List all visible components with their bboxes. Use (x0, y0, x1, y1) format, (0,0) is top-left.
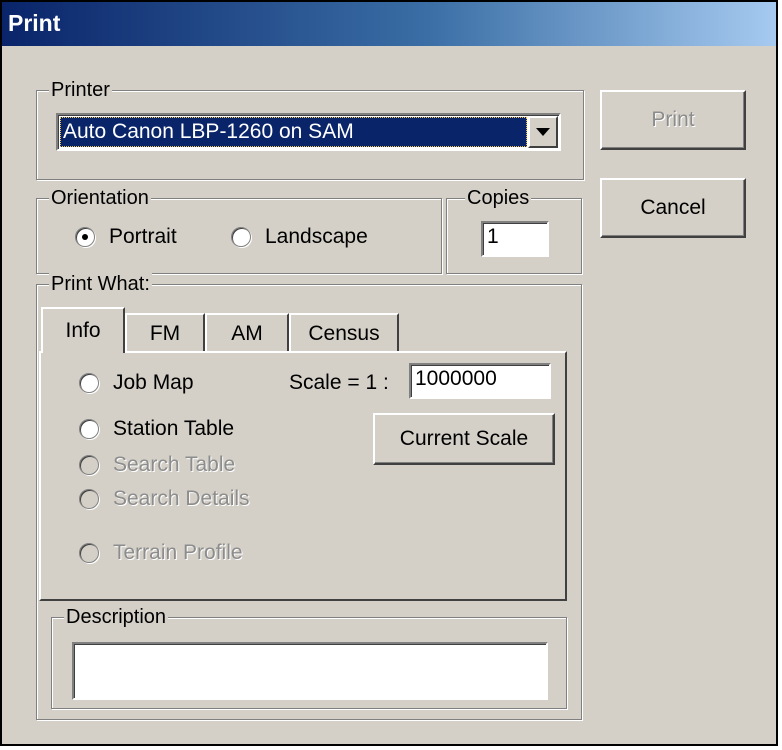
job-map-label[interactable]: Job Map (113, 371, 194, 395)
tab-fm-label: FM (149, 322, 181, 345)
cancel-button[interactable]: Cancel (600, 178, 746, 238)
dropdown-button[interactable] (528, 116, 558, 148)
tab-panel-info: Job Map Station Table Search Table Searc… (39, 351, 567, 601)
tab-info[interactable]: Info (41, 307, 125, 353)
terrain-profile-label: Terrain Profile (113, 541, 243, 564)
printer-group: Printer Auto Canon LBP-1260 on SAM (36, 78, 584, 180)
printer-select[interactable]: Auto Canon LBP-1260 on SAM (56, 113, 561, 151)
window-title: Print (8, 10, 61, 36)
scale-label: Scale = 1 : (289, 371, 389, 394)
tab-am[interactable]: AM (205, 313, 289, 353)
landscape-radio[interactable] (231, 227, 251, 247)
tab-fm[interactable]: FM (125, 313, 205, 353)
printer-legend: Printer (49, 78, 112, 102)
tab-info-label: Info (65, 319, 101, 342)
printer-selected-text: Auto Canon LBP-1260 on SAM (63, 120, 354, 143)
search-table-radio (79, 455, 99, 475)
copies-group: Copies 1 (446, 186, 582, 274)
portrait-radio[interactable] (75, 227, 95, 247)
print-button[interactable]: Print (600, 90, 746, 150)
description-group: Description (51, 605, 567, 709)
printer-selected-value: Auto Canon LBP-1260 on SAM (60, 117, 527, 147)
job-map-radio[interactable] (79, 373, 99, 393)
tab-census[interactable]: Census (289, 313, 399, 353)
portrait-label[interactable]: Portrait (109, 225, 177, 249)
print-what-legend: Print What: (49, 272, 152, 296)
search-table-label: Search Table (113, 453, 236, 476)
description-field[interactable] (72, 642, 548, 700)
scale-input[interactable]: 1000000 (409, 363, 551, 399)
tab-census-label: Census (308, 322, 380, 345)
terrain-profile-radio (79, 543, 99, 563)
print-dialog: Print Printer Auto Canon LBP-1260 on SAM… (0, 0, 778, 746)
print-what-group: Print What: Info FM AM Census Job Map St… (36, 272, 582, 720)
orientation-group: Orientation Portrait Landscape (36, 186, 442, 274)
orientation-legend: Orientation (49, 186, 151, 210)
search-details-radio (79, 489, 99, 509)
station-table-label[interactable]: Station Table (113, 417, 234, 441)
search-details-label: Search Details (113, 487, 250, 510)
title-bar[interactable]: Print (2, 2, 776, 46)
current-scale-button[interactable]: Current Scale (373, 413, 555, 465)
description-legend: Description (64, 605, 169, 629)
chevron-down-icon (536, 128, 550, 136)
landscape-label[interactable]: Landscape (265, 225, 368, 249)
copies-input[interactable]: 1 (481, 221, 549, 257)
station-table-radio[interactable] (79, 419, 99, 439)
copies-legend: Copies (465, 186, 532, 210)
tab-am-label: AM (231, 322, 263, 345)
